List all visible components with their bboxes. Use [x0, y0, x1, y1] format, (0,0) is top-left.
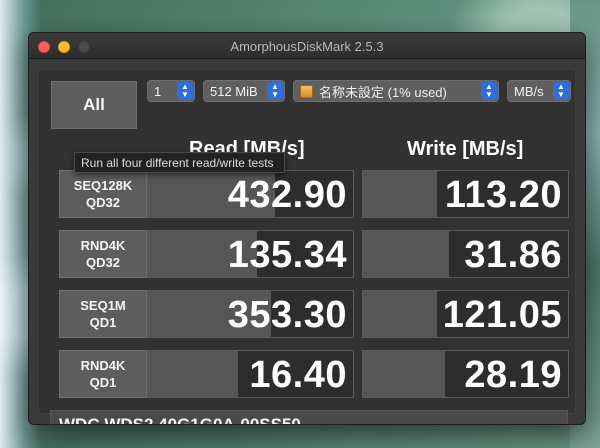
test-label-line1: SEQ128K — [73, 178, 133, 193]
test-label-line2: QD32 — [86, 255, 120, 270]
test-button-rnd4k-qd1[interactable]: RND4K QD1 — [59, 350, 147, 398]
drive-model-label: WDC WDS2 40G1G0A-00SS50 — [50, 410, 568, 424]
benchmark-panel: All 1 ▲ ▼ 512 MiB ▲ ▼ 名称未設定 (1% used) ▲ ▼ M… — [38, 69, 576, 424]
test-button-seq128k-qd32[interactable]: SEQ128K QD32 — [59, 170, 147, 218]
test-label-line1: SEQ1M — [80, 298, 126, 313]
test-button-rnd4k-qd32[interactable]: RND4K QD32 — [59, 230, 147, 278]
read-result: 353.30 — [147, 290, 354, 338]
read-progress-fill — [148, 351, 239, 397]
test-count-value: 1 — [154, 83, 162, 99]
write-value: 31.86 — [464, 234, 562, 276]
title-bar[interactable]: AmorphousDiskMark 2.5.3 — [29, 33, 585, 59]
test-label-line1: RND4K — [80, 238, 126, 253]
read-result: 16.40 — [147, 350, 354, 398]
write-progress-fill — [363, 351, 445, 397]
read-value: 135.34 — [227, 234, 347, 276]
chevron-updown-icon: ▲ ▼ — [553, 82, 569, 100]
write-result: 28.19 — [362, 350, 569, 398]
chevron-updown-icon: ▲ ▼ — [267, 82, 283, 100]
test-button-seq1m-qd1[interactable]: SEQ1M QD1 — [59, 290, 147, 338]
test-label-line2: QD1 — [89, 315, 117, 330]
drive-icon — [300, 84, 313, 98]
read-value: 353.30 — [227, 294, 347, 336]
unit-select[interactable]: MB/s ▲ ▼ — [507, 80, 571, 102]
write-progress-fill — [363, 291, 437, 337]
read-value: 432.90 — [227, 174, 347, 216]
app-window: AmorphousDiskMark 2.5.3 All 1 ▲ ▼ 512 MiB… — [28, 32, 586, 425]
chevron-updown-icon: ▲ ▼ — [177, 82, 193, 100]
read-value: 16.40 — [249, 354, 347, 396]
window-title: AmorphousDiskMark 2.5.3 — [230, 39, 384, 54]
test-size-select[interactable]: 512 MiB ▲ ▼ — [203, 80, 285, 102]
write-result: 121.05 — [362, 290, 569, 338]
write-progress-fill — [363, 231, 450, 277]
test-size-value: 512 MiB — [210, 83, 258, 99]
run-all-button[interactable]: All — [51, 81, 137, 129]
write-result: 113.20 — [362, 170, 569, 218]
write-progress-fill — [363, 171, 437, 217]
chevron-updown-icon: ▲ ▼ — [481, 82, 497, 100]
write-value: 113.20 — [444, 174, 562, 216]
test-count-select[interactable]: 1 ▲ ▼ — [147, 80, 195, 102]
read-result: 135.34 — [147, 230, 354, 278]
unit-value: MB/s — [514, 83, 544, 99]
write-result: 31.86 — [362, 230, 569, 278]
write-column-header: Write [MB/s] — [407, 138, 524, 160]
test-label-line1: RND4K — [80, 358, 126, 373]
run-all-tooltip: Run all four different read/write tests — [74, 152, 285, 173]
drive-select[interactable]: 名称未設定 (1% used) ▲ ▼ — [293, 80, 499, 102]
test-label-line2: QD32 — [86, 195, 120, 210]
test-label-line2: QD1 — [89, 375, 117, 390]
read-result: 432.90 — [147, 170, 354, 218]
write-value: 121.05 — [442, 294, 562, 336]
drive-value: 名称未設定 (1% used) — [319, 84, 447, 100]
write-value: 28.19 — [464, 354, 562, 396]
